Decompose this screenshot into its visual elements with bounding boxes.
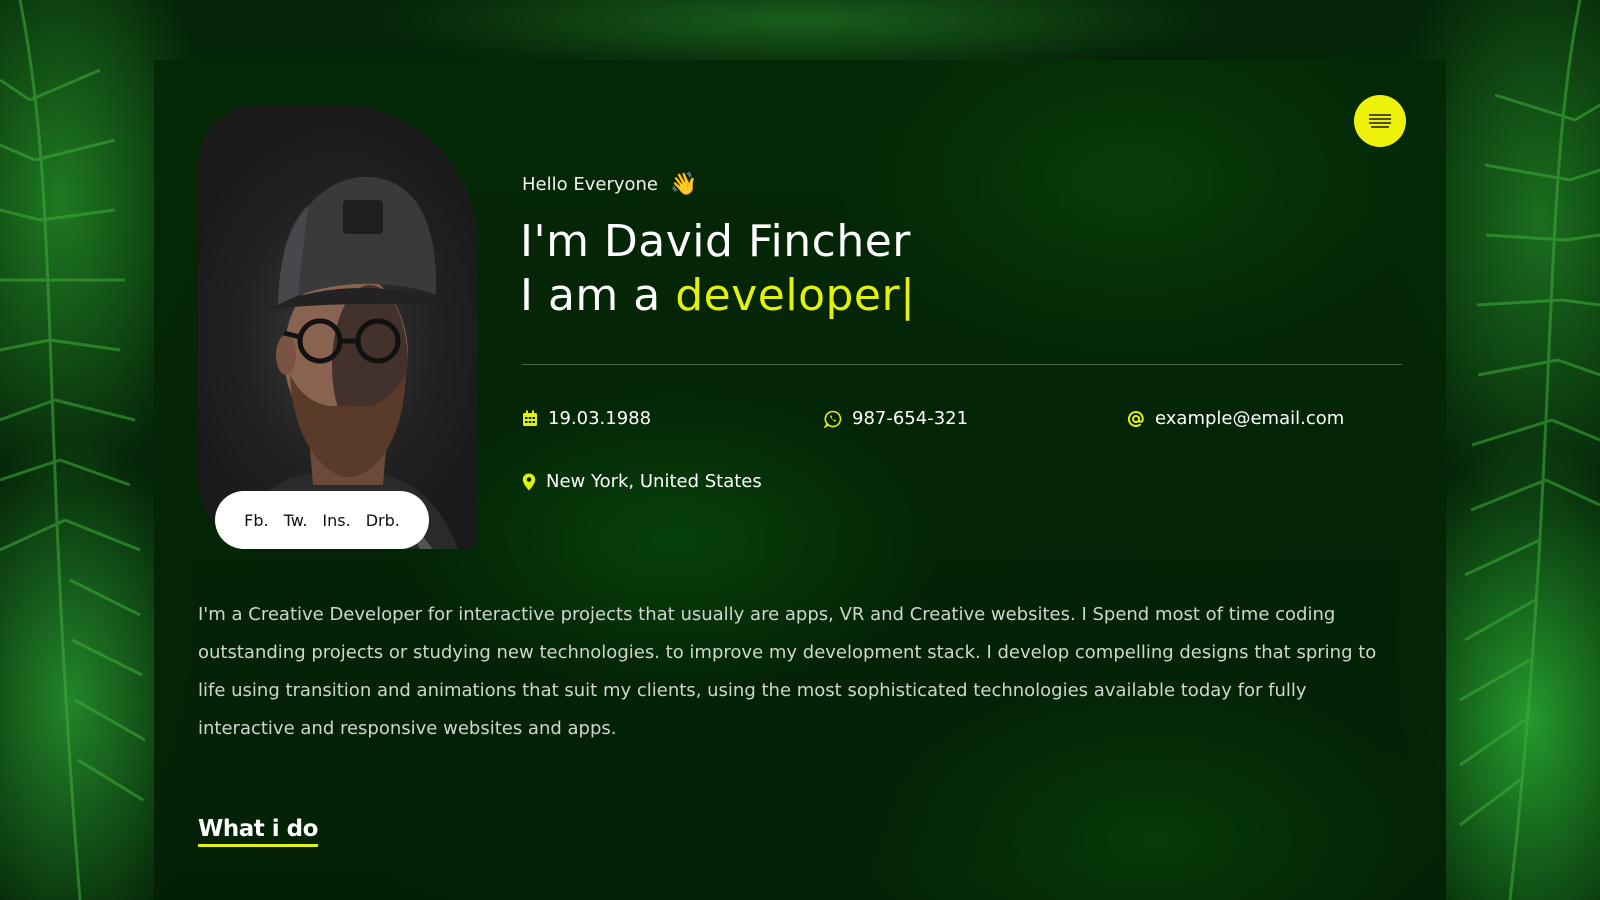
divider [522,364,1402,365]
whatsapp-icon [824,410,842,428]
greeting: Hello Everyone 👋 [522,172,697,197]
at-icon [1127,410,1144,427]
hero-role-prefix: I am a [520,270,676,321]
waving-hand-emoji: 👋 [670,172,698,197]
hero-role: I am a developer| [520,270,915,321]
social-links: Fb. Tw. Ins. Drb. [215,491,429,549]
map-pin-icon [522,473,536,490]
fern-decoration-right [1459,0,1600,900]
calendar-icon [523,410,537,426]
about-paragraph: I'm a Creative Developer for interactive… [198,604,1377,739]
info-email: example@email.com [1127,408,1344,429]
hero-name: I'm David Fincher [520,216,911,267]
info-phone: 987-654-321 [824,408,968,429]
birthdate-value: 19.03.1988 [548,408,652,429]
fern-decoration-left [0,0,146,900]
info-location: New York, United States [522,471,762,492]
greeting-text: Hello Everyone [522,174,658,195]
hamburger-menu-icon [1369,114,1391,128]
social-link-instagram[interactable]: Ins. [322,511,350,530]
social-link-dribbble[interactable]: Drb. [366,511,400,530]
location-value: New York, United States [546,471,762,492]
email-value[interactable]: example@email.com [1155,408,1344,429]
social-link-twitter[interactable]: Tw. [284,511,308,530]
profile-photo [198,105,478,549]
info-birthdate: 19.03.1988 [522,408,651,429]
phone-value: 987-654-321 [852,408,969,429]
social-link-facebook[interactable]: Fb. [244,511,268,530]
menu-button[interactable] [1354,95,1406,147]
section-title-what-i-do: What i do [198,816,318,847]
hero-role-word: developer| [675,270,916,321]
